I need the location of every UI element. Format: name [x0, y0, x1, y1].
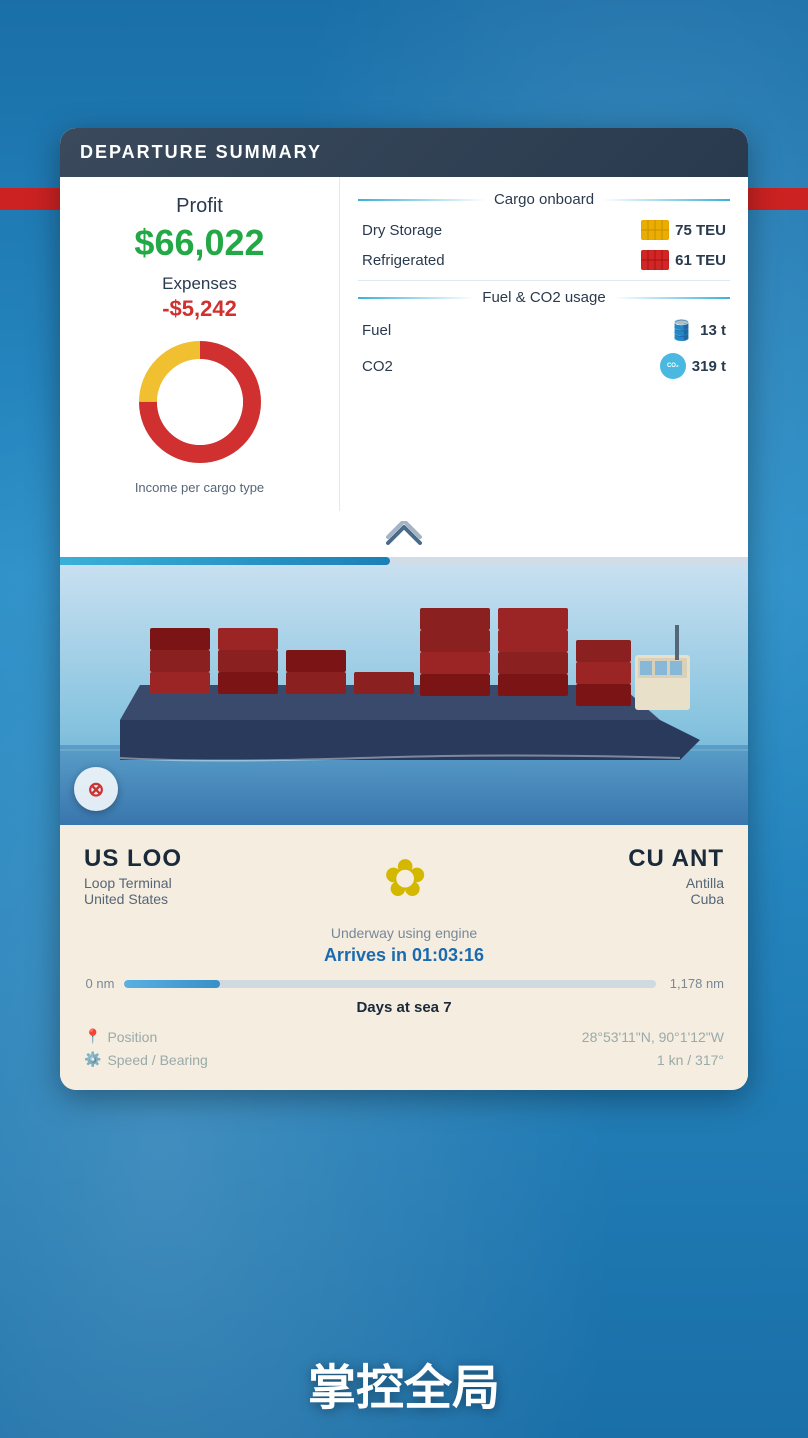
origin-code: US LOO: [84, 845, 182, 873]
dry-storage-value: 75 TEU: [641, 220, 726, 240]
co2-icon: CO₂: [660, 353, 686, 379]
position-value: 28°53'11"N, 90°1'12"W: [582, 1029, 724, 1045]
section-line-right: [602, 199, 730, 201]
voyage-eta: Arrives in 01:03:16: [84, 945, 724, 966]
position-key: Position: [107, 1029, 581, 1045]
fuel-label: Fuel: [362, 322, 391, 339]
dest-code: CU ANT: [628, 845, 724, 873]
fuel-value: 🛢️ 13 t: [669, 318, 726, 343]
ship-svg: [60, 565, 748, 825]
speed-icon: ⚙️: [84, 1051, 101, 1068]
voyage-status: Underway using engine: [84, 925, 724, 941]
refrigerated-icon: [641, 250, 669, 270]
origin-name: Loop Terminal: [84, 875, 182, 891]
propeller-icon: ✿: [383, 849, 427, 909]
co2-label: CO2: [362, 358, 393, 375]
co2-row: CO2 CO₂ 319 t: [358, 353, 730, 379]
progress-bar-fill: [60, 557, 390, 565]
fuel-line-left: [358, 297, 474, 299]
bottom-panel: US LOO Loop Terminal United States ✿ CU …: [60, 825, 748, 1090]
card-header: DEPARTURE SUMMARY: [60, 128, 748, 177]
dry-storage-row: Dry Storage 75 TEU: [358, 220, 730, 240]
origin-country: United States: [84, 891, 182, 907]
cancel-button[interactable]: ⊗: [74, 767, 118, 811]
cargo-fuel-panel: Cargo onboard Dry Storage 75 TEU: [340, 177, 748, 511]
fuel-co2-header: Fuel & CO2 usage: [358, 289, 730, 306]
distance-start: 0 nm: [84, 976, 116, 991]
dest-country: Cuba: [628, 891, 724, 907]
speed-value: 1 kn / 317°: [657, 1052, 724, 1068]
chinese-tagline: 掌控全局: [0, 1348, 808, 1418]
cancel-icon: ⊗: [88, 777, 105, 802]
speed-key: Speed / Bearing: [107, 1052, 656, 1068]
divider-1: [358, 280, 730, 281]
profit-label: Profit: [80, 195, 319, 218]
refrigerated-row: Refrigerated 61 TEU: [358, 250, 730, 270]
ship-area: ⊗: [60, 565, 748, 825]
chevron-up-icon[interactable]: [384, 521, 424, 549]
expenses-value: -$5,242: [80, 296, 319, 322]
profit-panel: Profit $66,022 Expenses -$5,242 Income p…: [60, 177, 340, 511]
dest-port: CU ANT Antilla Cuba: [628, 845, 724, 907]
origin-port: US LOO Loop Terminal United States: [84, 845, 182, 907]
chevron-area: [60, 511, 748, 557]
dest-name: Antilla: [628, 875, 724, 891]
distance-end: 1,178 nm: [664, 976, 724, 991]
dry-storage-label: Dry Storage: [362, 222, 442, 239]
distance-bar-row: 0 nm 1,178 nm: [84, 976, 724, 991]
fuel-row: Fuel 🛢️ 13 t: [358, 318, 730, 343]
fuel-icon: 🛢️: [669, 318, 694, 343]
distance-bar: [124, 980, 656, 988]
donut-chart-container: [80, 332, 319, 472]
cargo-onboard-header: Cargo onboard: [358, 191, 730, 208]
position-row: 📍 Position 28°53'11"N, 90°1'12"W: [84, 1028, 724, 1045]
stats-section: Profit $66,022 Expenses -$5,242 Income p…: [60, 177, 748, 511]
days-at-sea: Days at sea 7: [84, 999, 724, 1016]
expenses-label: Expenses: [80, 274, 319, 294]
main-card: DEPARTURE SUMMARY Profit $66,022 Expense…: [60, 128, 748, 1090]
distance-fill: [124, 980, 220, 988]
route-row: US LOO Loop Terminal United States ✿ CU …: [84, 845, 724, 909]
refrigerated-label: Refrigerated: [362, 252, 445, 269]
section-line-left: [358, 199, 486, 201]
fuel-line-right: [614, 297, 730, 299]
progress-bar-area: [60, 511, 748, 565]
profit-value: $66,022: [80, 222, 319, 264]
refrigerated-value: 61 TEU: [641, 250, 726, 270]
co2-value: CO₂ 319 t: [660, 353, 726, 379]
fuel-co2-title: Fuel & CO2 usage: [482, 289, 605, 306]
donut-chart: [130, 332, 270, 472]
position-icon: 📍: [84, 1028, 101, 1045]
dry-storage-icon: [641, 220, 669, 240]
income-per-cargo-label: Income per cargo type: [80, 480, 319, 495]
voyage-info: Underway using engine Arrives in 01:03:1…: [84, 925, 724, 1016]
speed-row: ⚙️ Speed / Bearing 1 kn / 317°: [84, 1051, 724, 1068]
progress-bar-track: [60, 557, 748, 565]
cargo-onboard-title: Cargo onboard: [494, 191, 594, 208]
card-header-title: DEPARTURE SUMMARY: [80, 142, 322, 162]
